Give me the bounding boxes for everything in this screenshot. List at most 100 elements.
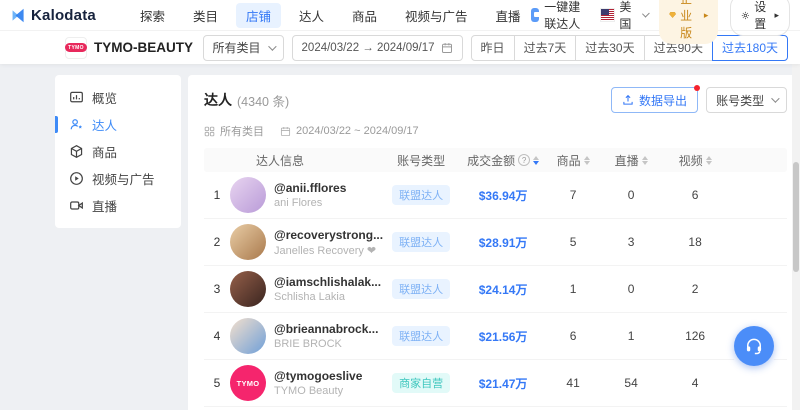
header-product-sortable[interactable]: 商品 <box>547 152 599 169</box>
category-select[interactable]: 所有类目 <box>203 35 284 61</box>
info-circle-icon[interactable] <box>518 154 530 166</box>
rank: 1 <box>204 188 230 202</box>
calendar-icon <box>280 126 291 137</box>
creator-handle[interactable]: @iamschlishalak... <box>274 275 383 289</box>
applied-filters: 所有类目 2024/03/22 ~ 2024/09/17 <box>204 123 787 139</box>
export-icon <box>622 94 634 106</box>
customer-service-button[interactable] <box>734 326 774 366</box>
sidebar-item-live[interactable]: 直播 <box>55 192 181 219</box>
video-camera-icon <box>69 198 84 213</box>
nav-explore[interactable]: 探索 <box>130 3 175 28</box>
table-row[interactable]: 4 @brieannabrock... BRIE BROCK 联盟达人 $21.… <box>204 313 787 360</box>
nav-creator[interactable]: 达人 <box>289 3 334 28</box>
table-row[interactable]: 5 TYMO @tymogoeslive TYMO Beauty 商家自营 $2… <box>204 360 787 407</box>
kalodata-logo[interactable]: Kalodata <box>10 7 96 24</box>
nav-video-ads[interactable]: 视频与广告 <box>395 3 478 28</box>
sidebar-label: 达人 <box>92 115 117 134</box>
account-type-badge: 商家自营 <box>392 373 450 393</box>
gmv-value: $21.56万 <box>459 328 547 345</box>
shop-brand: TYMO TYMO-BEAUTY <box>65 37 193 59</box>
live-count: 3 <box>599 235 663 249</box>
result-count: (4340 条) <box>237 91 289 110</box>
creator-handle[interactable]: @recoverystrong... <box>274 228 383 242</box>
nav-live[interactable]: 直播 <box>486 3 531 28</box>
chevron-down-icon <box>771 94 779 102</box>
creator-handle[interactable]: @tymogoeslive <box>274 369 383 383</box>
gmv-value: $36.94万 <box>459 187 547 204</box>
sorter-live[interactable] <box>642 156 648 165</box>
date-range-picker[interactable]: 2024/03/22 → 2024/09/17 <box>292 35 463 61</box>
header-creator-info: 达人信息 <box>230 152 383 169</box>
sorter-video[interactable] <box>706 156 712 165</box>
header-video-sortable[interactable]: 视频 <box>663 152 727 169</box>
scrollbar-track <box>792 64 800 410</box>
nav-category[interactable]: 类目 <box>183 3 228 28</box>
video-count: 6 <box>663 188 727 202</box>
table-row[interactable]: 3 @iamschlishalak... Schlisha Lakia 联盟达人… <box>204 266 787 313</box>
gmv-value: $21.47万 <box>459 375 547 392</box>
avatar <box>230 177 266 213</box>
plan-arrow-icon: ▸ <box>704 10 709 21</box>
table-row[interactable]: 1 @anii.fflores ani Flores 联盟达人 $36.94万 … <box>204 172 787 219</box>
settings-button[interactable]: 设置 ▸ <box>730 0 790 36</box>
chevron-down-icon <box>268 42 276 50</box>
sidebar-item-creator[interactable]: 达人 <box>55 111 181 138</box>
sorter-product[interactable] <box>584 156 590 165</box>
video-count: 18 <box>663 235 727 249</box>
sidebar-label: 商品 <box>92 142 117 161</box>
header-account-type: 账号类型 <box>383 152 459 169</box>
quick-connect-button[interactable]: 一键建联达人 <box>531 0 589 32</box>
creator-name: TYMO Beauty <box>274 385 383 397</box>
nav-shop[interactable]: 店铺 <box>236 3 281 28</box>
navbar-right: 一键建联达人 美国 企业版 ▸ 设置 ▸ <box>531 0 790 44</box>
settings-label: 设置 <box>754 0 770 32</box>
live-count: 54 <box>599 376 663 390</box>
scrollbar-thumb[interactable] <box>793 162 799 272</box>
creator-name: Schlisha Lakia <box>274 291 383 303</box>
avatar: TYMO <box>230 365 266 401</box>
account-type-select[interactable]: 账号类型 <box>706 87 787 113</box>
sidebar-item-product[interactable]: 商品 <box>55 138 181 165</box>
range-yesterday[interactable]: 昨日 <box>471 35 515 61</box>
header-gmv-sortable[interactable]: 成交金额 <box>459 152 547 169</box>
calendar-icon <box>441 42 453 54</box>
country-label: 美国 <box>619 0 637 32</box>
header-live-sortable[interactable]: 直播 <box>599 152 663 169</box>
top-navbar: Kalodata 探索 类目 店铺 达人 商品 视频与广告 直播 一键建联达人 … <box>0 0 800 30</box>
creator-icon <box>69 117 84 132</box>
card-actions: 数据导出 账号类型 <box>611 87 787 113</box>
creator-handle[interactable]: @anii.fflores <box>274 181 383 195</box>
country-selector[interactable]: 美国 <box>601 0 647 32</box>
chevron-down-icon <box>642 10 650 18</box>
applied-date-label: 2024/03/22 ~ 2024/09/17 <box>296 125 419 137</box>
avatar <box>230 271 266 307</box>
play-circle-icon <box>69 171 84 186</box>
kalodata-logo-icon <box>10 7 27 24</box>
enterprise-plan-badge[interactable]: 企业版 ▸ <box>659 0 718 44</box>
settings-arrow-icon: ▸ <box>774 10 779 21</box>
creator-handle[interactable]: @brieannabrock... <box>274 322 383 336</box>
nav-product[interactable]: 商品 <box>342 3 387 28</box>
category-select-value: 所有类目 <box>213 39 261 56</box>
sidebar-item-video-ads[interactable]: 视频与广告 <box>55 165 181 192</box>
account-type-badge: 联盟达人 <box>392 326 450 346</box>
applied-category-label: 所有类目 <box>220 123 264 139</box>
page-title: 达人 <box>204 90 232 110</box>
product-count: 41 <box>547 376 599 390</box>
headset-icon <box>744 336 764 356</box>
avatar <box>230 318 266 354</box>
card-header: 达人 (4340 条) 数据导出 账号类型 <box>204 87 787 113</box>
sidebar-item-overview[interactable]: 概览 <box>55 84 181 111</box>
data-export-button[interactable]: 数据导出 <box>611 87 698 113</box>
header-video-label: 视频 <box>679 152 703 169</box>
page-body: 概览 达人 商品 视频与广告 <box>0 64 800 410</box>
live-count: 0 <box>599 188 663 202</box>
header-product-label: 商品 <box>557 152 581 169</box>
header-gmv-label: 成交金额 <box>467 152 515 169</box>
table-row[interactable]: 2 @recoverystrong... Janelles Recovery ❤… <box>204 219 787 266</box>
date-range-value: 2024/03/22 → 2024/09/17 <box>302 42 435 54</box>
category-grid-icon <box>204 126 215 137</box>
sorter-gmv[interactable] <box>533 156 539 165</box>
rank: 4 <box>204 329 230 343</box>
product-cube-icon <box>69 144 84 159</box>
